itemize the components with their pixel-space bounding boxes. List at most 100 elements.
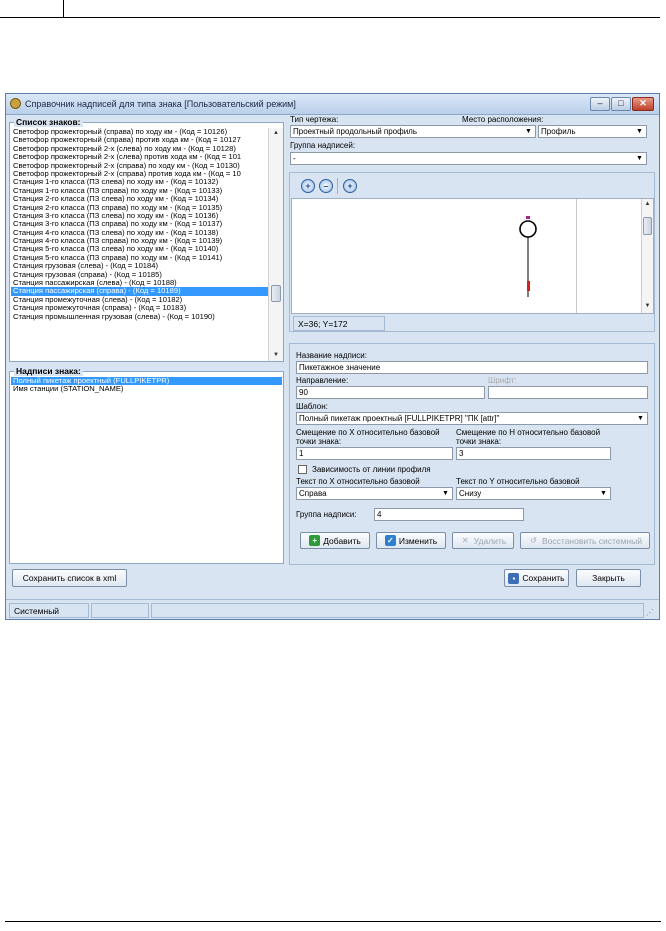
template-label: Шаблон: (296, 402, 328, 411)
coords-readout: X=36; Y=172 (293, 316, 385, 331)
text-x-label: Текст по X относительно базовой (296, 477, 420, 486)
drawing-type-label: Тип чертежа: (290, 115, 339, 124)
text-y-value: Снизу (459, 489, 482, 498)
maximize-button[interactable]: □ (611, 97, 631, 111)
status-bar: Системный ⋰ (6, 599, 659, 619)
preview-scroll-thumb[interactable] (643, 217, 652, 235)
chevron-down-icon: ▼ (637, 415, 644, 422)
resize-grip-icon[interactable]: ⋰ (646, 608, 654, 617)
page-header-rule (64, 17, 660, 18)
delete-button-label: Удалить (473, 535, 507, 546)
restore-icon: ↺ (530, 536, 537, 545)
scroll-down-arrow-icon[interactable]: ▼ (642, 301, 653, 311)
sign-labels-label: Надписи знака: (14, 366, 83, 376)
name-label: Название надписи: (296, 351, 367, 360)
sign-list-scrollbar[interactable]: ▲ ▼ (268, 128, 283, 361)
preview-scrollbar[interactable]: ▲ ▼ (641, 199, 653, 313)
window-title: Справочник надписей для типа знака [Поль… (25, 99, 296, 109)
edit-button-label: Изменить (398, 535, 438, 546)
app-icon (10, 98, 21, 109)
offset-h-input[interactable]: 3 (456, 447, 611, 460)
drawing-type-select[interactable]: Проектный продольный профиль ▼ (290, 125, 536, 138)
scroll-down-arrow-icon[interactable]: ▼ (269, 350, 283, 360)
offset-h-label-line1: Смещение по H относительно базовой (456, 428, 601, 437)
offset-x-label-line2: точки знака: (296, 437, 342, 446)
zoom-fit-icon[interactable]: + (343, 179, 357, 193)
sign-list-group: Список знаков: Светофор прожекторный (сп… (9, 117, 284, 362)
add-button-label: Добавить (323, 535, 361, 546)
font-input[interactable] (488, 386, 648, 399)
toolbar-separator (337, 178, 338, 194)
zoom-in-icon[interactable]: + (301, 179, 315, 193)
sign-list-label: Список знаков: (14, 117, 83, 127)
zoom-out-icon[interactable]: – (319, 179, 333, 193)
text-x-select[interactable]: Справа ▼ (296, 487, 453, 500)
location-label: Место расположения: (462, 115, 544, 124)
page-footer-rule (5, 921, 661, 922)
base-point-marker (526, 216, 530, 219)
location-value: Профиль (541, 127, 576, 136)
delete-button[interactable]: ✕ Удалить (452, 532, 514, 549)
label-anchor-marker (527, 281, 530, 291)
chevron-down-icon: ▼ (636, 128, 643, 135)
scroll-up-arrow-icon[interactable]: ▲ (269, 128, 283, 138)
sign-label-item[interactable]: Имя станции (STATION_NAME) (11, 384, 282, 393)
canvas-edge (576, 199, 577, 313)
checkmark-icon: ✓ (384, 535, 396, 546)
profile-dependency-checkbox[interactable] (298, 465, 307, 474)
label-group-value: - (293, 154, 296, 163)
save-button-label: Сохранить (522, 573, 565, 583)
group-label: Группа надписи: (296, 510, 357, 519)
location-select[interactable]: Профиль ▼ (538, 125, 647, 138)
chevron-down-icon: ▼ (442, 490, 449, 497)
drawing-type-value: Проектный продольный профиль (293, 127, 418, 136)
sign-list-item[interactable]: Станция промышленная грузовая (слева) - … (11, 312, 268, 321)
sign-labels-group: Надписи знака: Полный пикетаж проектный … (9, 366, 284, 564)
minimize-button[interactable]: – (590, 97, 610, 111)
direction-label: Направление: (296, 376, 349, 385)
page-number-box (0, 0, 64, 18)
save-list-xml-button[interactable]: Сохранить список в xml (12, 569, 127, 587)
scroll-up-arrow-icon[interactable]: ▲ (642, 199, 653, 209)
template-value: Полный пикетаж проектный [FULLPIKETPR] "… (299, 414, 500, 423)
direction-input[interactable]: 90 (296, 386, 485, 399)
chevron-down-icon: ▼ (636, 155, 643, 162)
label-group-select[interactable]: - ▼ (290, 152, 647, 165)
status-cell-3 (151, 603, 644, 618)
sign-preview-drawing (519, 216, 537, 297)
preview-panel: + – + ▲ ▼ X=36; Y=172 (289, 172, 655, 332)
text-y-label: Текст по Y относительно базовой (456, 477, 580, 486)
close-button[interactable]: Закрыть (576, 569, 641, 587)
status-mode: Системный (9, 603, 89, 618)
status-cell-2 (91, 603, 149, 618)
font-label: Шрифт: (488, 376, 517, 385)
restore-system-button[interactable]: ↺ Восстановить системный (520, 532, 650, 549)
text-x-value: Справа (299, 489, 327, 498)
title-bar[interactable]: Справочник надписей для типа знака [Поль… (6, 94, 659, 115)
add-button[interactable]: + Добавить (300, 532, 370, 549)
profile-dependency-label: Зависимость от линии профиля (312, 465, 431, 474)
label-name-input[interactable]: Пикетажное значение (296, 361, 648, 374)
edit-button[interactable]: ✓ Изменить (376, 532, 446, 549)
offset-x-label-line1: Смещение по X относительно базовой (296, 428, 440, 437)
group-input[interactable]: 4 (374, 508, 524, 521)
offset-h-label-line2: точки знака: (456, 437, 502, 446)
label-properties-form: Название надписи: Пикетажное значение На… (289, 343, 655, 565)
add-icon: + (309, 535, 321, 546)
preview-canvas[interactable]: ▲ ▼ (291, 198, 654, 314)
offset-x-input[interactable]: 1 (296, 447, 453, 460)
scroll-thumb[interactable] (271, 285, 281, 302)
sign-list[interactable]: Светофор прожекторный (справа) по ходу к… (11, 128, 268, 361)
text-y-select[interactable]: Снизу ▼ (456, 487, 611, 500)
station-circle-icon (519, 220, 537, 238)
delete-icon: ✕ (461, 536, 469, 545)
restore-button-label: Восстановить системный (542, 535, 642, 546)
sign-labels-list[interactable]: Полный пикетаж проектный (FULLPIKETPR) Им… (11, 377, 282, 562)
chevron-down-icon: ▼ (600, 490, 607, 497)
app-window: Справочник надписей для типа знака [Поль… (5, 93, 660, 620)
template-select[interactable]: Полный пикетаж проектный [FULLPIKETPR] "… (296, 412, 648, 425)
label-group-top-label: Группа надписей: (290, 141, 356, 150)
chevron-down-icon: ▼ (525, 128, 532, 135)
save-button[interactable]: ▪ Сохранить (504, 569, 569, 587)
close-window-button[interactable]: ✕ (632, 97, 654, 111)
